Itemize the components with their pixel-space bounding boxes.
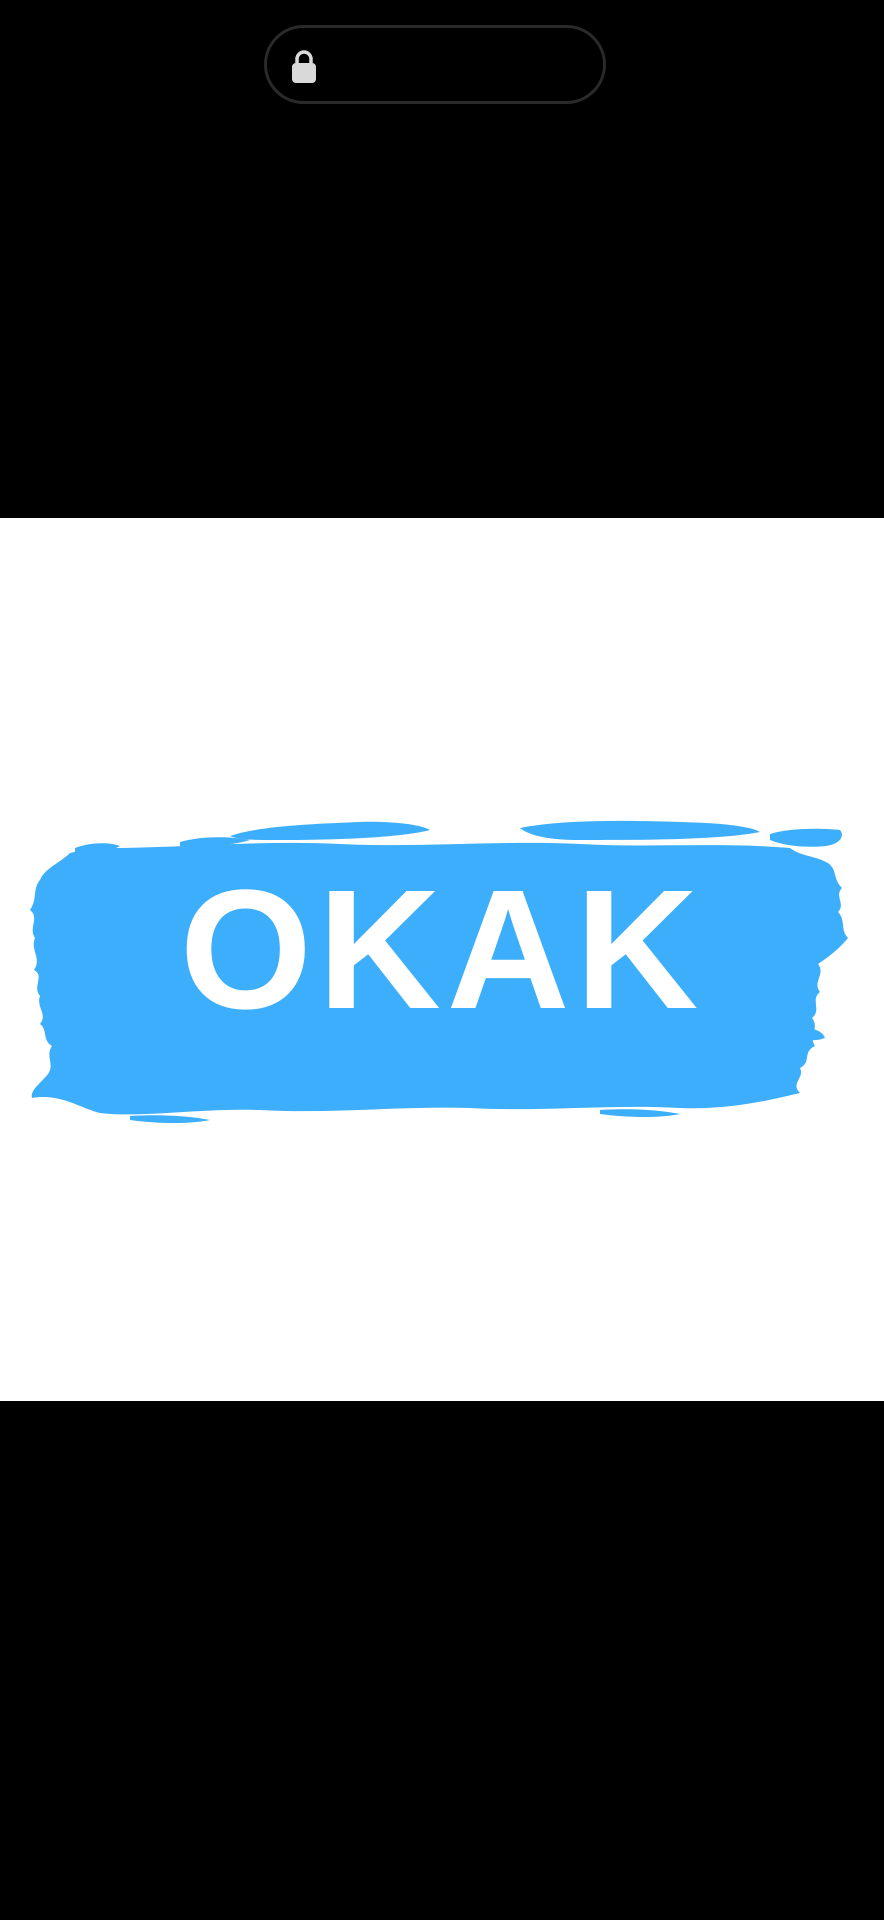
logo-text: OKAK [179, 855, 705, 1045]
lock-icon [292, 50, 316, 83]
media-image[interactable]: OKAK [0, 518, 884, 1401]
screen: OKAK [0, 0, 884, 1920]
status-pill[interactable] [264, 25, 606, 104]
